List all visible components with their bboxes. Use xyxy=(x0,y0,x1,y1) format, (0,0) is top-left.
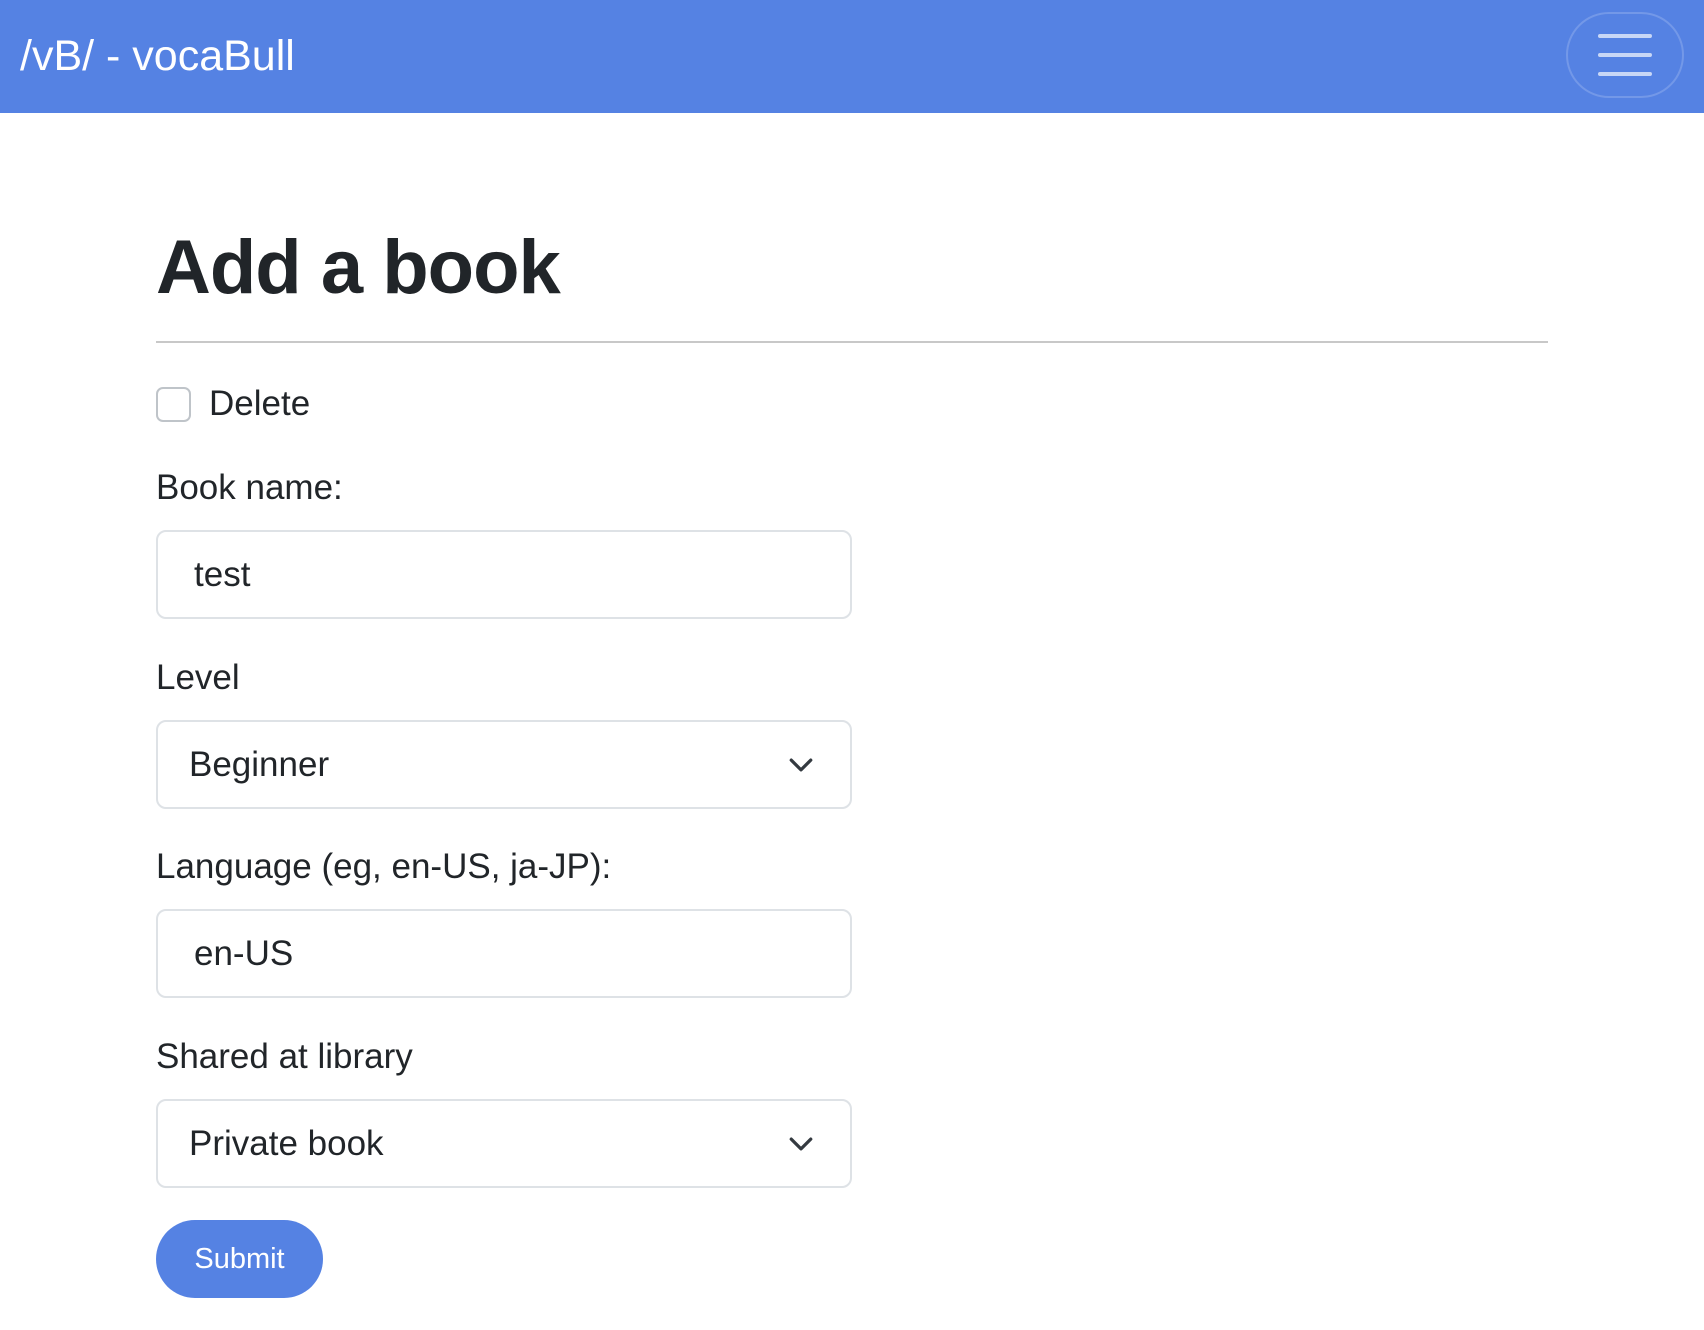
page-title: Add a book xyxy=(156,225,561,310)
book-name-field-wrapper xyxy=(156,530,852,619)
shared-label: Shared at library xyxy=(156,1037,413,1076)
top-navbar: /vB/ - vocaBull xyxy=(0,0,1704,113)
menu-bar-line xyxy=(1598,72,1652,76)
chevron-down-icon xyxy=(789,1137,813,1151)
level-select[interactable]: Beginner xyxy=(156,720,852,809)
language-field-wrapper xyxy=(156,909,852,998)
menu-bar-line xyxy=(1598,34,1652,38)
title-divider xyxy=(156,341,1548,343)
delete-checkbox[interactable] xyxy=(156,386,191,422)
shared-select[interactable]: Private book xyxy=(156,1099,852,1188)
navbar-toggle-button[interactable] xyxy=(1566,12,1684,98)
chevron-down-icon xyxy=(789,758,813,772)
submit-button[interactable]: Submit xyxy=(156,1220,323,1298)
language-label: Language (eg, en-US, ja-JP): xyxy=(156,847,612,886)
language-input[interactable] xyxy=(158,911,850,996)
delete-checkbox-group[interactable]: Delete xyxy=(156,384,310,424)
level-label: Level xyxy=(156,658,240,697)
menu-bar-line xyxy=(1598,53,1652,57)
book-name-input[interactable] xyxy=(158,532,850,617)
delete-label: Delete xyxy=(209,384,311,423)
shared-selected-value: Private book xyxy=(189,1124,384,1163)
level-selected-value: Beginner xyxy=(189,745,330,784)
brand-link[interactable]: /vB/ - vocaBull xyxy=(20,28,295,84)
book-name-label: Book name: xyxy=(156,468,343,507)
